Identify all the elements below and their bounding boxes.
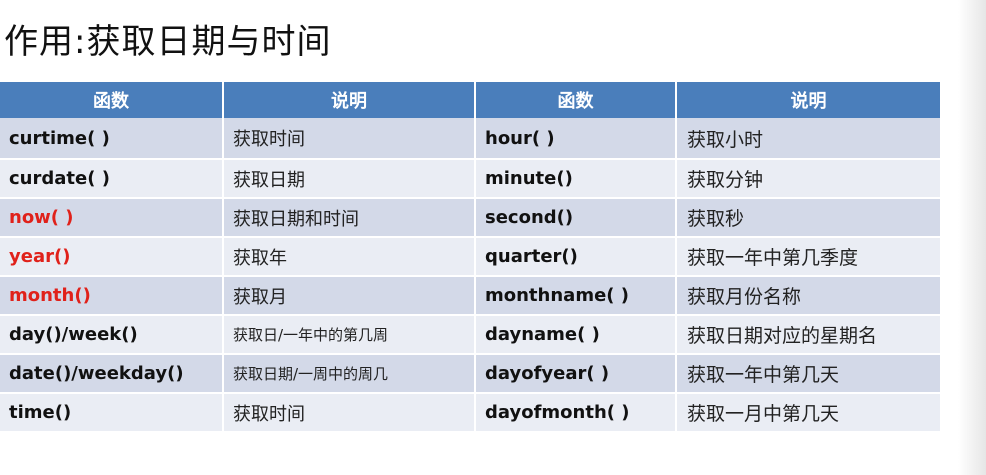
function-name: curtime( ) [0,118,224,160]
table-row: month() 获取月 monthname( ) 获取月份名称 [0,276,940,316]
page-title: 作用:获取日期与时间 [4,22,332,62]
table-row: now( ) 获取日期和时间 second() 获取秒 [0,198,940,238]
table-row: curdate( ) 获取日期 minute() 获取分钟 [0,159,940,199]
header-function-right: 函数 [475,82,677,118]
function-description: 获取日期/一周中的周几 [223,354,476,394]
header-function-left: 函数 [0,82,224,118]
function-description: 获取日期对应的星期名 [676,315,940,355]
function-description: 获取日期 [223,159,476,199]
function-description: 获取一年中第几季度 [676,237,940,277]
function-description: 获取分钟 [676,159,940,199]
function-name: time() [0,393,224,433]
function-name: hour( ) [475,118,677,160]
function-name: curdate( ) [0,159,224,199]
function-name: monthname( ) [475,276,677,316]
function-description: 获取日期和时间 [223,198,476,238]
function-name: quarter() [475,237,677,277]
function-description: 获取一月中第几天 [676,393,940,433]
function-name: second() [475,198,677,238]
table-header-row: 函数 说明 函数 说明 [0,82,940,118]
table-row: curtime( ) 获取时间 hour( ) 获取小时 [0,118,940,160]
function-name: dayofmonth( ) [475,393,677,433]
function-name: dayname( ) [475,315,677,355]
function-name: date()/weekday() [0,354,224,394]
function-name: minute() [475,159,677,199]
function-table: 函数 说明 函数 说明 curtime( ) 获取时间 hour( ) 获取小时… [0,82,940,433]
table-row: time() 获取时间 dayofmonth( ) 获取一月中第几天 [0,393,940,433]
function-description: 获取时间 [223,118,476,160]
function-description: 获取秒 [676,198,940,238]
function-description: 获取一年中第几天 [676,354,940,394]
function-description: 获取日/一年中的第几周 [223,315,476,355]
function-name: dayofyear( ) [475,354,677,394]
function-description: 获取时间 [223,393,476,433]
function-description: 获取月份名称 [676,276,940,316]
table-row: date()/weekday() 获取日期/一周中的周几 dayofyear( … [0,354,940,394]
table-row: day()/week() 获取日/一年中的第几周 dayname( ) 获取日期… [0,315,940,355]
header-description-left: 说明 [223,82,476,118]
function-description: 获取小时 [676,118,940,160]
function-description: 获取年 [223,237,476,277]
function-name-highlighted: now( ) [0,198,224,238]
table-row: year() 获取年 quarter() 获取一年中第几季度 [0,237,940,277]
function-description: 获取月 [223,276,476,316]
function-name-highlighted: year() [0,237,224,277]
slide-edge-shadow [958,0,986,475]
function-name: day()/week() [0,315,224,355]
header-description-right: 说明 [676,82,940,118]
function-name-highlighted: month() [0,276,224,316]
